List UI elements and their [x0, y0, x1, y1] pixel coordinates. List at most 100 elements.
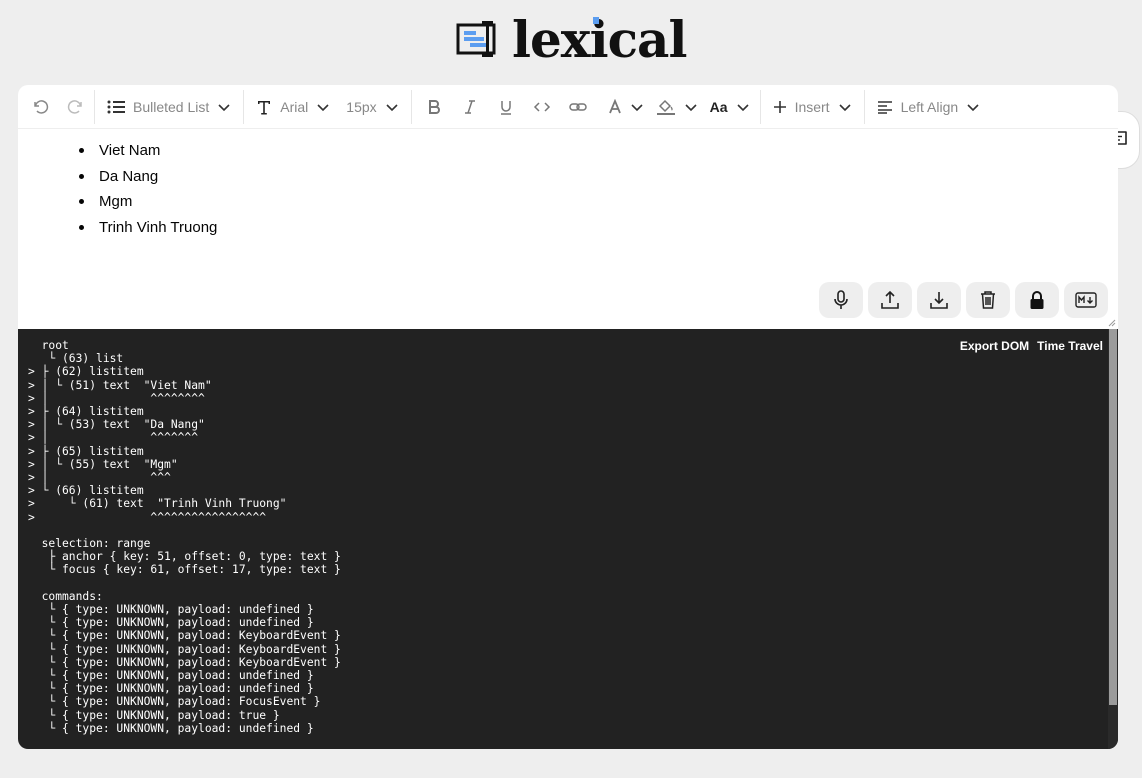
tree-view-line: > ├ (64) listitem: [28, 405, 144, 419]
tree-view-line: └ { type: UNKNOWN, payload: undefined }: [28, 669, 314, 683]
italic-button[interactable]: [452, 91, 488, 123]
italic-icon: [464, 99, 475, 114]
microphone-icon: [834, 290, 848, 309]
font-color-dropdown[interactable]: [596, 91, 650, 123]
tree-view-line: └ { type: UNKNOWN, payload: undefined }: [28, 616, 314, 630]
list-item[interactable]: Viet Nam: [78, 142, 217, 168]
export-button[interactable]: [917, 282, 961, 318]
list-item[interactable]: Da Nang: [78, 168, 217, 194]
tree-view-line: └ { type: UNKNOWN, payload: true }: [28, 708, 280, 722]
tree-view-line: └ (63) list: [28, 352, 124, 366]
clear-button[interactable]: [966, 282, 1010, 318]
tree-view-line: └ { type: UNKNOWN, payload: undefined }: [28, 721, 314, 735]
underline-button[interactable]: [488, 91, 524, 123]
export-dom-button[interactable]: Export DOM: [960, 339, 1029, 353]
plus-icon: [773, 100, 786, 113]
chevron-down-icon: [685, 103, 697, 111]
tree-view-line: > │ ^^^: [28, 471, 171, 485]
toolbar-divider: [863, 89, 865, 124]
tree-view-line: root: [28, 339, 69, 352]
underline-icon: [500, 100, 511, 115]
tree-view-line: └ { type: UNKNOWN, payload: KeyboardEven…: [28, 642, 341, 656]
logo-text: lexical: [512, 10, 687, 69]
logo-cursor-mark: [593, 17, 599, 24]
chevron-down-icon: [386, 103, 398, 111]
tree-view-line: └ { type: UNKNOWN, payload: KeyboardEven…: [28, 655, 341, 669]
font-size-dropdown[interactable]: 15px: [338, 91, 406, 123]
link-button[interactable]: [560, 91, 596, 123]
editor-shell: Bulleted List Arial 15px Aa Insert Left …: [18, 85, 1118, 749]
undo-button[interactable]: [26, 91, 54, 123]
chevron-down-icon: [631, 103, 643, 111]
tree-view-line: └ { type: UNKNOWN, payload: undefined }: [28, 603, 314, 617]
tree-view-actions: Export DOM Time Travel: [960, 339, 1103, 353]
alignment-dropdown[interactable]: Left Align: [869, 91, 989, 123]
code-icon: [533, 101, 550, 112]
resize-grip-icon[interactable]: [1108, 319, 1116, 327]
bulleted-list: Viet Nam Da Nang Mgm Trinh Vinh Truong: [78, 142, 217, 245]
chevron-down-icon: [317, 103, 329, 111]
tree-view-panel: root └ (63) list > ├ (62) listitem > │ └…: [18, 329, 1118, 749]
tree-view-line: └ focus { key: 61, offset: 17, type: tex…: [28, 563, 341, 577]
block-type-dropdown[interactable]: Bulleted List: [99, 91, 239, 123]
markdown-toggle-button[interactable]: [1064, 282, 1108, 318]
tree-view-line: └ { type: UNKNOWN, payload: FocusEvent }: [28, 695, 321, 709]
bulleted-list-icon: [107, 100, 125, 113]
tree-view-output: root └ (63) list > ├ (62) listitem > │ └…: [28, 339, 341, 735]
speech-to-text-button[interactable]: [819, 282, 863, 318]
left-align-icon: [877, 100, 892, 114]
text-format-dropdown[interactable]: Aa: [704, 91, 756, 123]
chevron-down-icon: [736, 103, 749, 111]
insert-label: Insert: [794, 98, 830, 115]
lock-button[interactable]: [1015, 282, 1059, 318]
font-color-icon: [608, 98, 621, 113]
time-travel-button[interactable]: Time Travel: [1037, 339, 1103, 353]
bold-button[interactable]: [416, 91, 452, 123]
tree-view-line: └ { type: UNKNOWN, payload: undefined }: [28, 682, 314, 696]
chevron-down-icon: [967, 103, 979, 111]
toolbar-divider: [410, 89, 412, 124]
undo-icon: [34, 99, 49, 114]
trash-icon: [981, 291, 995, 309]
tree-view-line: > └ (61) text "Trinh Vinh Truong": [28, 497, 287, 511]
tree-view-line: > ├ (62) listitem: [28, 365, 144, 379]
bold-icon: [428, 99, 440, 114]
code-button[interactable]: [524, 91, 560, 123]
redo-icon: [67, 99, 82, 114]
tree-view-line: commands:: [28, 589, 103, 603]
chevron-down-icon: [839, 103, 851, 111]
tree-view-line: > ├ (65) listitem: [28, 444, 144, 458]
list-item[interactable]: Trinh Vinh Truong: [78, 219, 217, 245]
tree-view-line: > ^^^^^^^^^^^^^^^^^: [28, 510, 267, 524]
markdown-icon: [1075, 292, 1097, 308]
tree-view-scrollbar[interactable]: [1108, 329, 1118, 749]
upload-icon: [881, 290, 899, 309]
scrollbar-thumb[interactable]: [1109, 329, 1117, 705]
font-family-dropdown[interactable]: Arial: [248, 91, 338, 123]
logo-mark-icon: [456, 21, 496, 57]
tree-view-line: > │ ^^^^^^^^: [28, 391, 205, 405]
font-size-label: 15px: [346, 98, 377, 115]
toolbar-divider: [243, 89, 245, 124]
block-type-label: Bulleted List: [133, 98, 210, 115]
font-family-label: Arial: [280, 98, 309, 115]
lexical-logo: lexical: [456, 10, 687, 69]
toolbar-divider: [759, 89, 761, 124]
font-case-label: Aa: [709, 98, 728, 115]
import-button[interactable]: [868, 282, 912, 318]
download-icon: [930, 292, 948, 309]
editor-actions: [819, 282, 1108, 318]
tree-view-line: selection: range: [28, 537, 151, 551]
tree-view-line: └ { type: UNKNOWN, payload: KeyboardEven…: [28, 629, 341, 643]
redo-button[interactable]: [62, 91, 90, 123]
align-label: Left Align: [900, 98, 959, 115]
link-icon: [568, 102, 587, 111]
insert-dropdown[interactable]: Insert: [765, 91, 860, 123]
chevron-down-icon: [218, 103, 230, 111]
font-family-icon: [258, 100, 271, 114]
lock-icon: [1030, 291, 1044, 309]
tree-view-line: > │ └ (55) text "Mgm": [28, 457, 178, 471]
background-color-dropdown[interactable]: [650, 91, 704, 123]
toolbar: Bulleted List Arial 15px Aa Insert Left …: [18, 85, 1118, 129]
list-item[interactable]: Mgm: [78, 193, 217, 219]
